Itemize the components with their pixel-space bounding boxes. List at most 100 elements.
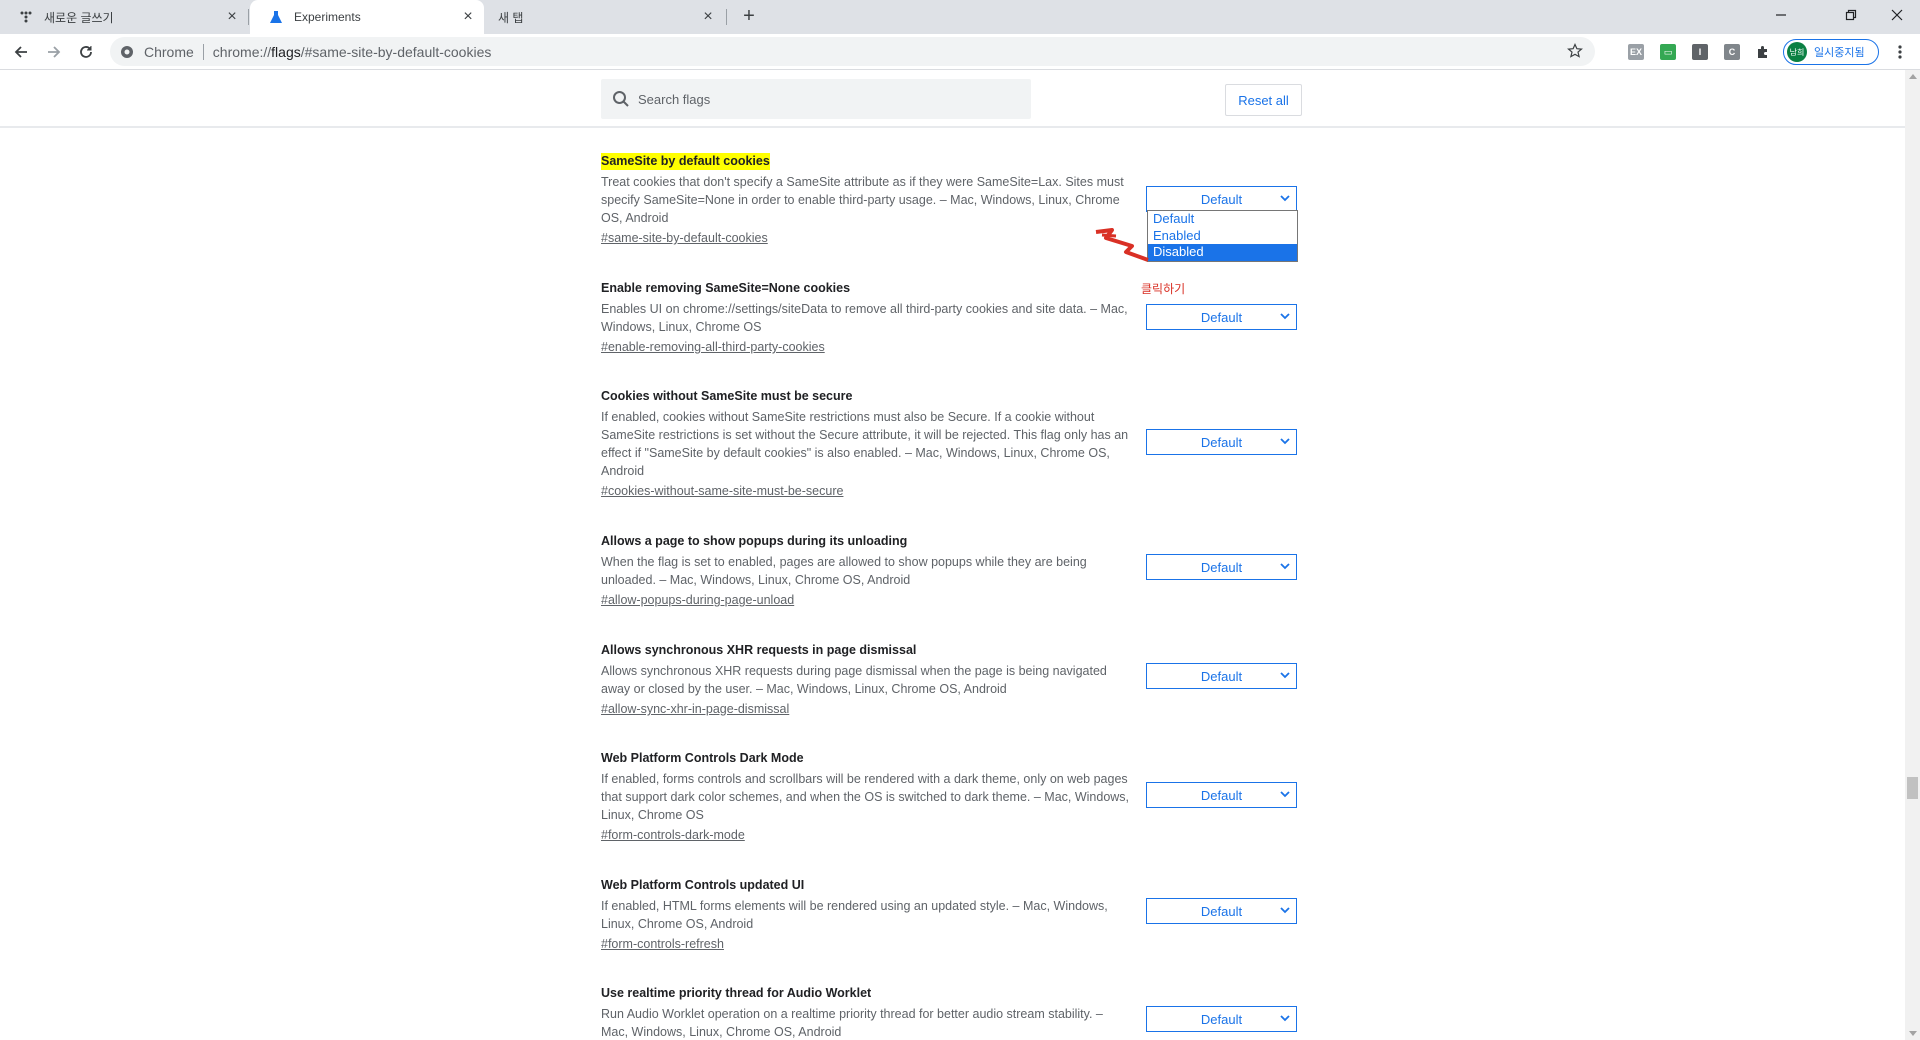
flag-select[interactable]: Default [1146,429,1297,455]
search-box[interactable] [601,79,1031,119]
dots-icon [18,9,34,25]
annotation-arrow-icon [1095,228,1149,262]
flag-select[interactable]: Default [1146,898,1297,924]
minimize-button[interactable] [1758,0,1804,30]
flag-title: Allows a page to show popups during its … [601,534,908,548]
flag-title: Enable removing SameSite=None cookies [601,281,851,295]
chevron-down-icon [1280,1015,1290,1022]
flag-title: Use realtime priority thread for Audio W… [601,986,872,1000]
flag-item-enable-removing-samesite-none: Enable removing SameSite=None cookies En… [601,279,1301,356]
chevron-down-icon [1280,791,1290,798]
profile-status: 일시중지됨 [1814,47,1865,59]
flag-description: If enabled, cookies without SameSite res… [601,410,1129,478]
tab-title: 새 탭 [498,10,524,25]
tab-experiments[interactable]: Experiments × [250,0,484,34]
page-scrollbar[interactable] [1905,70,1920,1040]
scrollbar-thumb[interactable] [1907,777,1918,799]
close-icon [1891,9,1903,21]
flag-item-realtime-audio-worklet: Use realtime priority thread for Audio W… [601,984,1301,1040]
chevron-down-icon [1280,313,1290,320]
flag-anchor-link[interactable]: #same-site-by-default-cookies [601,229,768,247]
restore-button[interactable] [1828,0,1874,30]
avatar: 남희 [1787,42,1807,62]
tab-title: 새로운 글쓰기 [44,10,114,25]
chevron-down-icon [1280,438,1290,445]
forward-arrow-icon [48,46,61,58]
flag-description: If enabled, HTML forms elements will be … [601,899,1108,931]
kebab-menu-icon [1898,45,1902,59]
reset-all-button[interactable]: Reset all [1225,84,1302,116]
flag-title: Cookies without SameSite must be secure [601,389,853,403]
flag-anchor-link[interactable]: #form-controls-refresh [601,935,724,953]
minimize-icon [1776,14,1786,16]
flags-header: Reset all [0,70,1905,128]
chevron-down-icon [1280,563,1290,570]
flag-title: SameSite by default cookies [601,153,770,170]
search-icon [613,91,629,107]
address-bar[interactable]: Chrome chrome://flags/#same-site-by-defa… [110,37,1595,66]
tab-strip: 새로운 글쓰기 × Experiments × 새 탭 × + [0,0,1920,34]
flag-title: Allows synchronous XHR requests in page … [601,643,917,657]
url-text: chrome://flags/#same-site-by-default-coo… [212,43,492,60]
site-chip: Chrome [144,43,194,60]
flag-item-sync-xhr-dismissal: Allows synchronous XHR requests in page … [601,641,1301,718]
flag-select-dropdown: Default Enabled Disabled [1147,210,1298,262]
dropdown-option-disabled[interactable]: Disabled [1148,244,1297,261]
annotation-text: 클릭하기 [1141,282,1186,296]
tab-new-tab[interactable]: 새 탭 × [486,0,724,34]
dropdown-option-default[interactable]: Default [1148,211,1297,228]
chevron-down-icon [1280,907,1290,914]
flag-anchor-link[interactable]: #cookies-without-same-site-must-be-secur… [601,482,843,500]
scroll-down-icon[interactable] [1909,1031,1917,1036]
flag-anchor-link[interactable]: #allow-sync-xhr-in-page-dismissal [601,700,789,718]
flag-select[interactable]: Default [1146,663,1297,689]
tab-new-post[interactable]: 새로운 글쓰기 × [0,0,248,34]
flags-page: Reset all SameSite by default cookies Tr… [0,70,1905,1040]
close-tab-icon[interactable]: × [224,9,240,25]
flag-item-cookies-without-samesite-secure: Cookies without SameSite must be secure … [601,387,1301,500]
profile-button[interactable]: 남희 일시중지됨 [1783,39,1879,65]
flag-description: Treat cookies that don't specify a SameS… [601,175,1124,225]
extension-ex-icon[interactable]: EX [1628,44,1644,60]
reload-icon [80,46,92,58]
flag-anchor-link[interactable]: #allow-popups-during-page-unload [601,591,794,609]
flag-description: When the flag is set to enabled, pages a… [601,555,1087,587]
chrome-icon [121,45,133,58]
extension-i-icon[interactable]: I [1692,44,1708,60]
new-tab-button[interactable]: + [738,6,760,28]
close-window-button[interactable] [1874,0,1920,30]
flag-description: Allows synchronous XHR requests during p… [601,664,1107,696]
close-tab-icon[interactable]: × [460,9,476,25]
flag-select[interactable]: Default [1146,186,1297,212]
back-arrow-icon [14,46,27,58]
flask-icon [268,9,284,25]
search-input[interactable] [638,91,1018,107]
flag-item-controls-dark-mode: Web Platform Controls Dark Mode If enabl… [601,749,1301,844]
flag-select[interactable]: Default [1146,1006,1297,1032]
scroll-up-icon[interactable] [1909,74,1917,79]
extension-green-icon[interactable]: ▭ [1660,44,1676,60]
back-button[interactable] [7,38,35,66]
flag-description: Run Audio Worklet operation on a realtim… [601,1007,1103,1039]
flag-description: Enables UI on chrome://settings/siteData… [601,302,1128,334]
flag-anchor-link[interactable]: #form-controls-dark-mode [601,826,745,844]
extension-c-icon[interactable]: C [1724,44,1740,60]
restore-icon [1845,9,1857,21]
bookmark-star-icon[interactable] [1567,43,1583,59]
forward-button[interactable] [40,38,68,66]
browser-menu-button[interactable] [1890,42,1910,62]
close-tab-icon[interactable]: × [700,9,716,25]
browser-toolbar: Chrome chrome://flags/#same-site-by-defa… [0,34,1920,70]
flag-anchor-link[interactable]: #enable-removing-all-third-party-cookies [601,338,825,356]
flag-select[interactable]: Default [1146,304,1297,330]
flag-item-popups-during-unload: Allows a page to show popups during its … [601,532,1301,609]
chevron-down-icon [1280,672,1290,679]
dropdown-option-enabled[interactable]: Enabled [1148,228,1297,245]
tab-title: Experiments [294,10,361,24]
reload-button[interactable] [72,38,100,66]
extensions-puzzle-icon[interactable] [1755,44,1771,60]
flag-select[interactable]: Default [1146,782,1297,808]
flag-select[interactable]: Default [1146,554,1297,580]
tab-separator [726,9,727,25]
divider [202,43,204,60]
